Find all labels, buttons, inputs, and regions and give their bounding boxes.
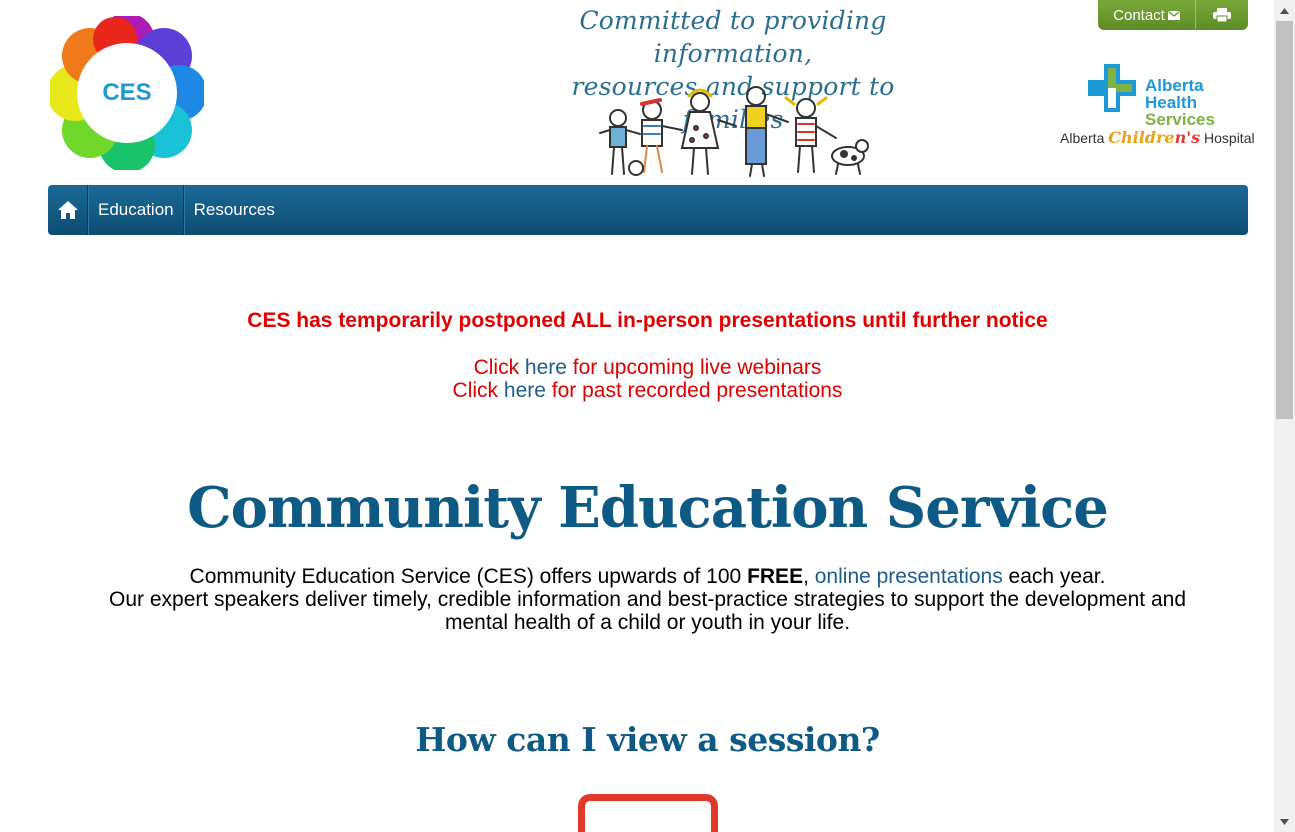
ces-logo-text: CES: [102, 79, 152, 106]
contact-button[interactable]: Contact: [1098, 0, 1196, 30]
ach-children-b: n's: [1174, 128, 1201, 147]
ahs-cross-icon: [1088, 64, 1136, 112]
children-illustration: [599, 86, 869, 177]
intro-text: Community Education Service (CES) offers…: [80, 565, 1215, 634]
nav-item-education[interactable]: Education: [88, 185, 184, 235]
notice-title: CES has temporarily postponed ALL in-per…: [247, 309, 1048, 332]
print-button[interactable]: [1196, 0, 1248, 30]
intro-line-1: Community Education Service (CES) offers…: [80, 565, 1215, 588]
webinars-line-pre: Click: [473, 356, 525, 379]
view-session-heading: How can I view a session?: [415, 720, 880, 759]
alberta-childrens-hospital-logo[interactable]: Alberta Children's Hospital: [1060, 128, 1255, 152]
ach-prefix: Alberta: [1060, 130, 1109, 146]
page-scrollbar[interactable]: [1274, 0, 1295, 832]
arrow-up-icon: [1280, 7, 1289, 14]
main-navbar: Education Resources: [48, 185, 1248, 235]
intro-line-2: Our expert speakers deliver timely, cred…: [109, 588, 1186, 634]
online-presentations-link[interactable]: online presentations: [815, 565, 1003, 588]
ahs-logo-text: Alberta Health Services: [1145, 77, 1248, 128]
video-screen-icon: [578, 794, 718, 832]
webinars-line-post: for upcoming live webinars: [566, 356, 822, 379]
ces-logo[interactable]: CES: [47, 13, 207, 173]
alberta-health-services-logo[interactable]: Alberta Health Services: [1088, 62, 1248, 128]
scroll-thumb[interactable]: [1276, 21, 1293, 419]
recorded-link[interactable]: here: [504, 379, 546, 402]
envelope-icon: [1167, 10, 1180, 20]
ach-children-word: Children's: [1108, 128, 1200, 147]
page-title: Community Education Service: [187, 475, 1109, 541]
intro-free: FREE: [747, 565, 804, 588]
arrow-down-icon: [1280, 818, 1289, 825]
intro-post: each year.: [1002, 565, 1106, 588]
recorded-line-pre: Click: [452, 379, 504, 402]
intro-pre: Community Education Service (CES) offers…: [189, 565, 748, 588]
scroll-down-arrow[interactable]: [1274, 811, 1295, 832]
scroll-up-arrow[interactable]: [1274, 0, 1295, 21]
contact-label: Contact: [1113, 6, 1165, 24]
recorded-line-post: for past recorded presentations: [545, 379, 843, 402]
notice-links: Click here for upcoming live webinars Cl…: [0, 356, 1295, 402]
ach-children-a: Childre: [1108, 128, 1175, 147]
ahs-line-1: Alberta Health: [1145, 76, 1204, 112]
contact-toolbar: Contact: [1098, 0, 1248, 30]
ach-suffix: Hospital: [1200, 130, 1255, 146]
notice-section: CES has temporarily postponed ALL in-per…: [0, 308, 1295, 402]
home-icon: [57, 201, 78, 219]
nav-item-resources[interactable]: Resources: [183, 185, 284, 235]
webinars-link[interactable]: here: [525, 356, 567, 379]
ahs-line-2: Services: [1145, 110, 1215, 129]
webinars-line: Click here for upcoming live webinars: [0, 356, 1295, 379]
recorded-line: Click here for past recorded presentatio…: [0, 379, 1295, 402]
home-button[interactable]: [48, 185, 88, 235]
tagline-line-1: Committed to providing information,: [579, 6, 887, 68]
intro-comma: ,: [803, 565, 815, 588]
printer-icon: [1213, 7, 1231, 22]
site-header: CES Committed to providing information, …: [47, 0, 1255, 182]
